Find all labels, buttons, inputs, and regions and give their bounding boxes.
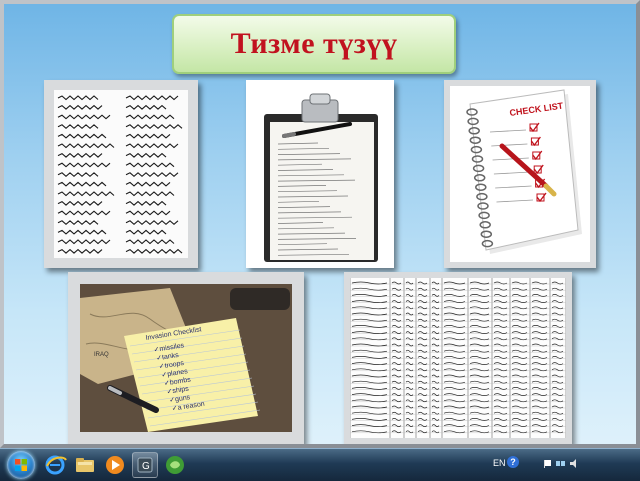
internet-explorer-icon[interactable] xyxy=(42,452,68,478)
map-label: IRAQ xyxy=(94,352,109,358)
handwritten-name-list-image xyxy=(54,90,188,258)
flag-icon[interactable] xyxy=(543,459,552,468)
ledger-card xyxy=(344,272,572,444)
invasion-checklist-image: IRAQ Invasion Checklist ✓missiles ✓tanks ✓… xyxy=(80,284,292,432)
volume-icon[interactable] xyxy=(570,459,579,468)
clipboard-image xyxy=(250,84,390,264)
checklist-notebook-card: CHECK LIST xyxy=(444,80,596,268)
invasion-checklist-card: IRAQ Invasion Checklist ✓missiles ✓tanks ✓… xyxy=(68,272,304,444)
language-indicator[interactable]: EN xyxy=(493,458,506,468)
svg-text:G: G xyxy=(142,461,150,472)
slide-title: Тизме түзүү xyxy=(230,27,398,60)
media-player-icon[interactable] xyxy=(102,452,128,478)
network-icon[interactable] xyxy=(556,459,565,468)
slide: Тизме түзүү CHECK LIST IRAQ Invasion Che… xyxy=(4,4,636,444)
handwritten-name-list-card xyxy=(44,80,198,268)
clipboard-card xyxy=(246,80,394,268)
app-icon[interactable]: G xyxy=(132,452,158,478)
checklist-notebook-image: CHECK LIST xyxy=(450,86,590,262)
taskbar: G EN ? xyxy=(0,448,640,481)
file-explorer-icon[interactable] xyxy=(72,452,98,478)
browser-icon[interactable] xyxy=(162,452,188,478)
start-orb-icon[interactable] xyxy=(7,451,35,479)
help-icon[interactable]: ? xyxy=(507,456,519,468)
title-box: Тизме түзүү xyxy=(172,14,456,74)
ledger-image xyxy=(350,278,566,438)
